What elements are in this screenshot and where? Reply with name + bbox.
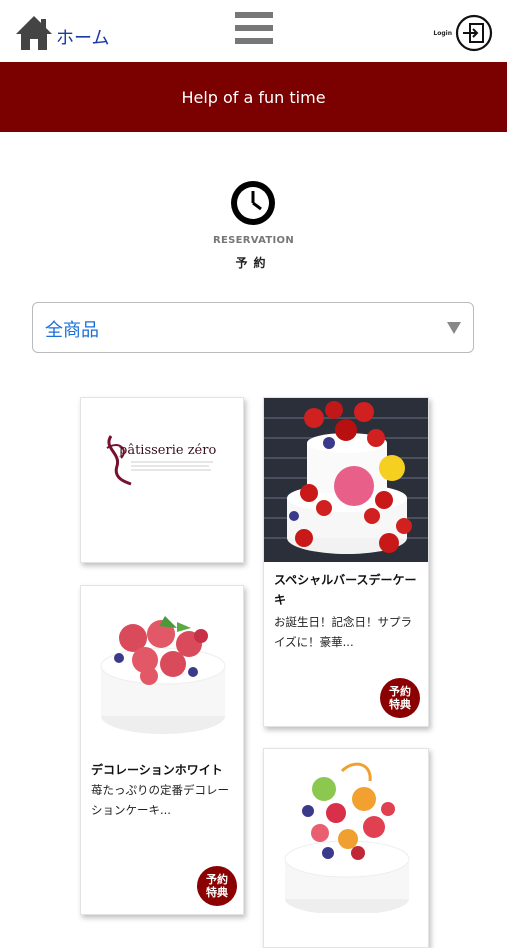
tagline-banner: Help of a fun time [0,62,507,132]
product-card[interactable] [263,748,429,948]
badge-line: 予約 [389,685,411,698]
menu-bar-icon [235,25,273,31]
menu-button[interactable] [235,12,273,46]
top-bar: ホーム Login [0,0,507,62]
brand-logo-card[interactable]: pâtisserie zéro [80,397,244,563]
product-card[interactable]: デコレーションホワイト 苺たっぷりの定番デコレーションケーキ... 予約 特典 [80,585,244,915]
product-image [264,398,428,562]
product-name: スペシャルバースデーケーキ [274,573,417,607]
logo-text: pâtisserie zéro [119,443,216,458]
reservation-bonus-badge: 予約 特典 [197,866,237,906]
patisserie-zero-logo: pâtisserie zéro [106,435,216,486]
login-button[interactable]: Login [433,14,493,52]
badge-line: 特典 [389,698,411,711]
reservation-title-en: RESERVATION [212,235,294,246]
reservation-title-jp: 予約 [235,256,272,270]
clock-icon [231,181,275,225]
product-image [264,749,428,913]
home-link[interactable]: ホーム [14,14,109,52]
home-label: ホーム [56,28,110,49]
menu-bar-icon [235,38,273,44]
product-card[interactable]: スペシャルバースデーケーキ お誕生日！記念日！サプライズに！豪華... 予約 特… [263,397,429,727]
product-description: お誕生日！記念日！サプライズに！豪華... [274,615,412,649]
menu-bar-icon [235,12,273,18]
chevron-down-icon [447,322,461,334]
banner-text: Help of a fun time [181,87,326,107]
reservation-bonus-badge: 予約 特典 [380,678,420,718]
login-label: Login [433,29,452,37]
login-icon [455,14,493,52]
product-description: 苺たっぷりの定番デコレーションケーキ... [91,783,229,817]
category-select-value: 全商品 [45,320,99,341]
badge-line: 特典 [206,886,228,899]
category-select[interactable]: 全商品 [32,302,474,353]
product-image [81,586,243,750]
product-name: デコレーションホワイト [91,763,223,777]
house-icon [16,16,52,50]
badge-line: 予約 [206,873,228,886]
